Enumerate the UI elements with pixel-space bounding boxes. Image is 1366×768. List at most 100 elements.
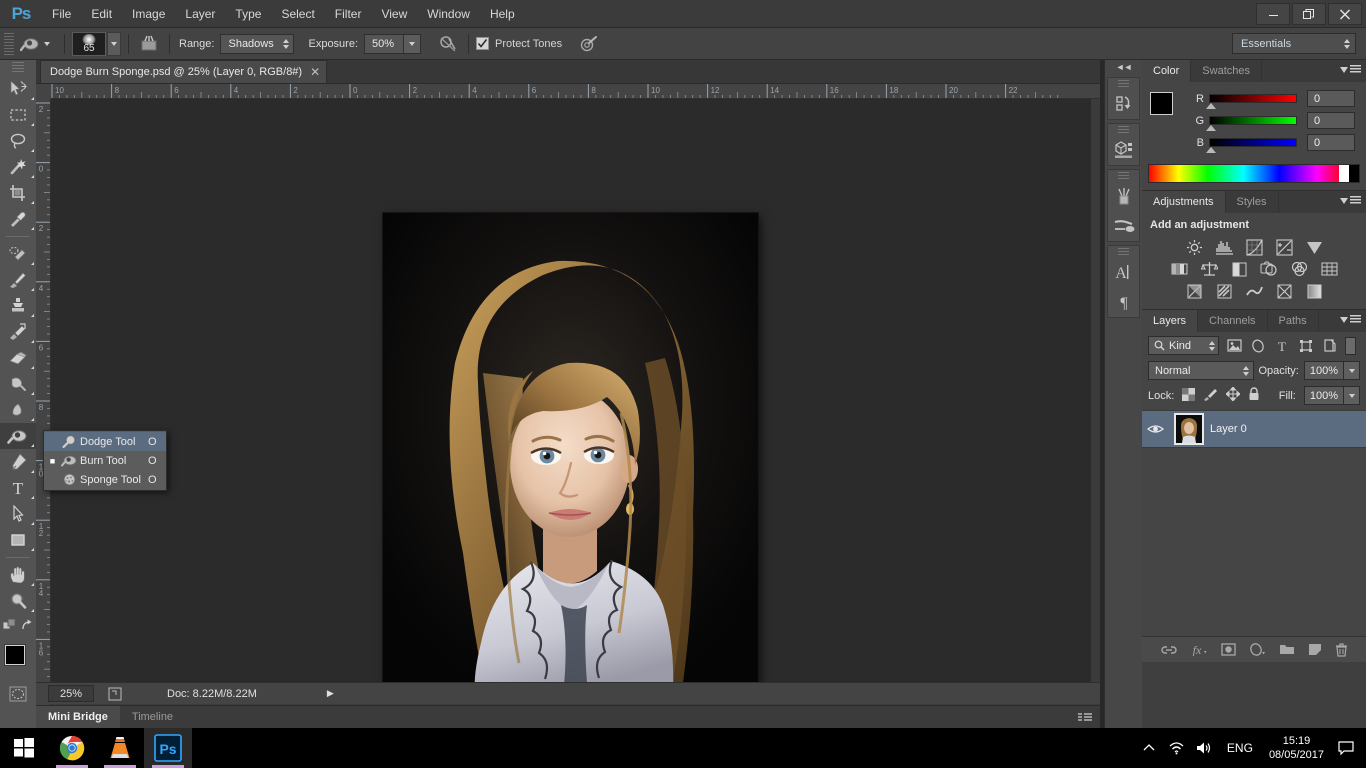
spectrum-black-swatch[interactable] xyxy=(1349,165,1359,182)
posterize-icon[interactable] xyxy=(1214,282,1234,300)
layers-panel-menu-icon[interactable] xyxy=(1340,315,1361,324)
dock-group-history-grip[interactable] xyxy=(1118,80,1129,88)
channel-mixer-icon[interactable] xyxy=(1289,260,1309,278)
tablet-pressure-icon[interactable] xyxy=(576,32,602,56)
color-panel-menu-icon[interactable] xyxy=(1340,65,1361,74)
workspace-switcher[interactable]: Essentials xyxy=(1232,33,1356,54)
color-lookup-icon[interactable] xyxy=(1319,260,1339,278)
tool-rectangle-shape[interactable] xyxy=(0,527,36,553)
tool-eraser[interactable] xyxy=(0,345,36,371)
tab-color[interactable]: Color xyxy=(1142,60,1191,82)
toggle-brush-panel-icon[interactable] xyxy=(136,32,162,56)
layer-style-fx-icon[interactable]: fx xyxy=(1190,643,1208,656)
restore-button[interactable] xyxy=(1292,3,1326,25)
tool-rectangular-marquee[interactable] xyxy=(0,102,36,128)
slider-track-r[interactable] xyxy=(1209,94,1297,103)
tool-type[interactable]: T xyxy=(0,475,36,501)
levels-icon[interactable] xyxy=(1214,238,1234,256)
color-balance-icon[interactable] xyxy=(1199,260,1219,278)
threshold-icon[interactable] xyxy=(1244,282,1264,300)
airbrush-icon[interactable] xyxy=(435,32,461,56)
slider-track-b[interactable] xyxy=(1209,138,1297,147)
vibrance-icon[interactable] xyxy=(1304,238,1324,256)
brush-presets-panel-icon[interactable] xyxy=(1108,211,1139,241)
opacity-dropdown[interactable] xyxy=(1344,361,1360,380)
paragraph-panel-icon[interactable]: ¶ xyxy=(1108,287,1139,317)
dock-group-brush-grip[interactable] xyxy=(1118,172,1129,180)
menu-image[interactable]: Image xyxy=(122,0,175,28)
tab-swatches[interactable]: Swatches xyxy=(1191,60,1262,82)
menu-help[interactable]: Help xyxy=(480,0,525,28)
show-hidden-icons-chevron[interactable] xyxy=(1135,728,1163,768)
new-layer-icon[interactable] xyxy=(1308,643,1322,656)
flyout-item-sponge-tool[interactable]: Sponge Tool O xyxy=(44,470,166,489)
new-adjustment-layer-icon[interactable] xyxy=(1249,643,1266,656)
exposure-value[interactable]: 50% xyxy=(364,34,404,54)
layer-filter-kind-select[interactable]: Kind xyxy=(1148,336,1219,355)
brush-picker-dropdown[interactable] xyxy=(107,32,121,56)
menu-type[interactable]: Type xyxy=(225,0,271,28)
exposure-icon[interactable] xyxy=(1274,238,1294,256)
tool-hand[interactable] xyxy=(0,562,36,588)
slider-thumb-b[interactable] xyxy=(1206,147,1216,153)
language-indicator[interactable]: ENG xyxy=(1219,741,1261,755)
current-tool-dodge-icon[interactable] xyxy=(17,32,43,56)
volume-icon[interactable] xyxy=(1191,728,1219,768)
tab-mini-bridge[interactable]: Mini Bridge xyxy=(36,706,120,729)
foreground-color-swatch[interactable] xyxy=(5,645,25,665)
tool-magic-wand[interactable] xyxy=(0,154,36,180)
fill-dropdown[interactable] xyxy=(1344,386,1360,405)
vlc-icon[interactable] xyxy=(96,728,144,768)
filter-adjustment-layers-icon[interactable] xyxy=(1249,337,1267,355)
menu-edit[interactable]: Edit xyxy=(81,0,122,28)
document-tab-close-icon[interactable]: ✕ xyxy=(310,66,320,78)
menu-layer[interactable]: Layer xyxy=(175,0,225,28)
collapse-panels-button[interactable]: ◄◄ xyxy=(1105,60,1142,74)
filter-type-layers-icon[interactable]: T xyxy=(1273,337,1291,355)
minimize-button[interactable] xyxy=(1256,3,1290,25)
status-bar-expand-arrow[interactable]: ▶ xyxy=(327,688,334,699)
table-row[interactable]: Layer 0 xyxy=(1142,410,1366,448)
range-select[interactable]: Shadows xyxy=(220,34,294,54)
slider-thumb-r[interactable] xyxy=(1206,103,1216,109)
color-spectrum-ramp[interactable] xyxy=(1148,164,1360,183)
menu-select[interactable]: Select xyxy=(271,0,324,28)
photoshop-icon[interactable]: Ps xyxy=(144,728,192,768)
dock-group-type-grip[interactable] xyxy=(1118,248,1129,256)
brush-preset-picker[interactable]: 65 xyxy=(72,32,106,56)
protect-tones-checkbox[interactable]: Protect Tones xyxy=(476,37,562,50)
history-panel-icon[interactable] xyxy=(1108,89,1139,119)
tool-history-brush[interactable] xyxy=(0,319,36,345)
tool-zoom[interactable] xyxy=(0,588,36,614)
opacity-value[interactable]: 100% xyxy=(1304,361,1344,380)
filter-pixel-layers-icon[interactable] xyxy=(1225,337,1243,355)
wifi-icon[interactable] xyxy=(1163,728,1191,768)
zoom-level-field[interactable]: 25% xyxy=(48,685,94,702)
brush-panel-icon[interactable] xyxy=(1108,181,1139,211)
slider-value-b[interactable]: 0 xyxy=(1307,134,1355,151)
canvas[interactable] xyxy=(51,99,1091,713)
menu-filter[interactable]: Filter xyxy=(325,0,372,28)
default-colors-icon[interactable] xyxy=(3,619,16,635)
slider-value-g[interactable]: 0 xyxy=(1307,112,1355,129)
invert-icon[interactable] xyxy=(1184,282,1204,300)
options-bar-grip[interactable] xyxy=(4,33,14,55)
chrome-icon[interactable] xyxy=(48,728,96,768)
tab-layers[interactable]: Layers xyxy=(1142,310,1198,332)
menu-window[interactable]: Window xyxy=(417,0,480,28)
menu-file[interactable]: File xyxy=(42,0,81,28)
3d-panel-icon[interactable] xyxy=(1108,135,1139,165)
curves-icon[interactable] xyxy=(1244,238,1264,256)
document-tab[interactable]: Dodge Burn Sponge.psd @ 25% (Layer 0, RG… xyxy=(40,60,327,83)
brightness-contrast-icon[interactable] xyxy=(1184,238,1204,256)
exposure-dropdown[interactable] xyxy=(404,34,421,54)
canvas-vertical-scrollbar[interactable] xyxy=(1091,99,1100,713)
tool-crop[interactable] xyxy=(0,180,36,206)
new-group-icon[interactable] xyxy=(1279,643,1295,656)
tool-blur[interactable] xyxy=(0,397,36,423)
delete-layer-icon[interactable] xyxy=(1335,643,1348,657)
spectrum-white-swatch[interactable] xyxy=(1339,165,1349,182)
link-layers-icon[interactable] xyxy=(1161,644,1177,656)
taskbar-clock[interactable]: 15:19 08/05/2017 xyxy=(1261,734,1332,762)
tool-move[interactable] xyxy=(0,76,36,102)
